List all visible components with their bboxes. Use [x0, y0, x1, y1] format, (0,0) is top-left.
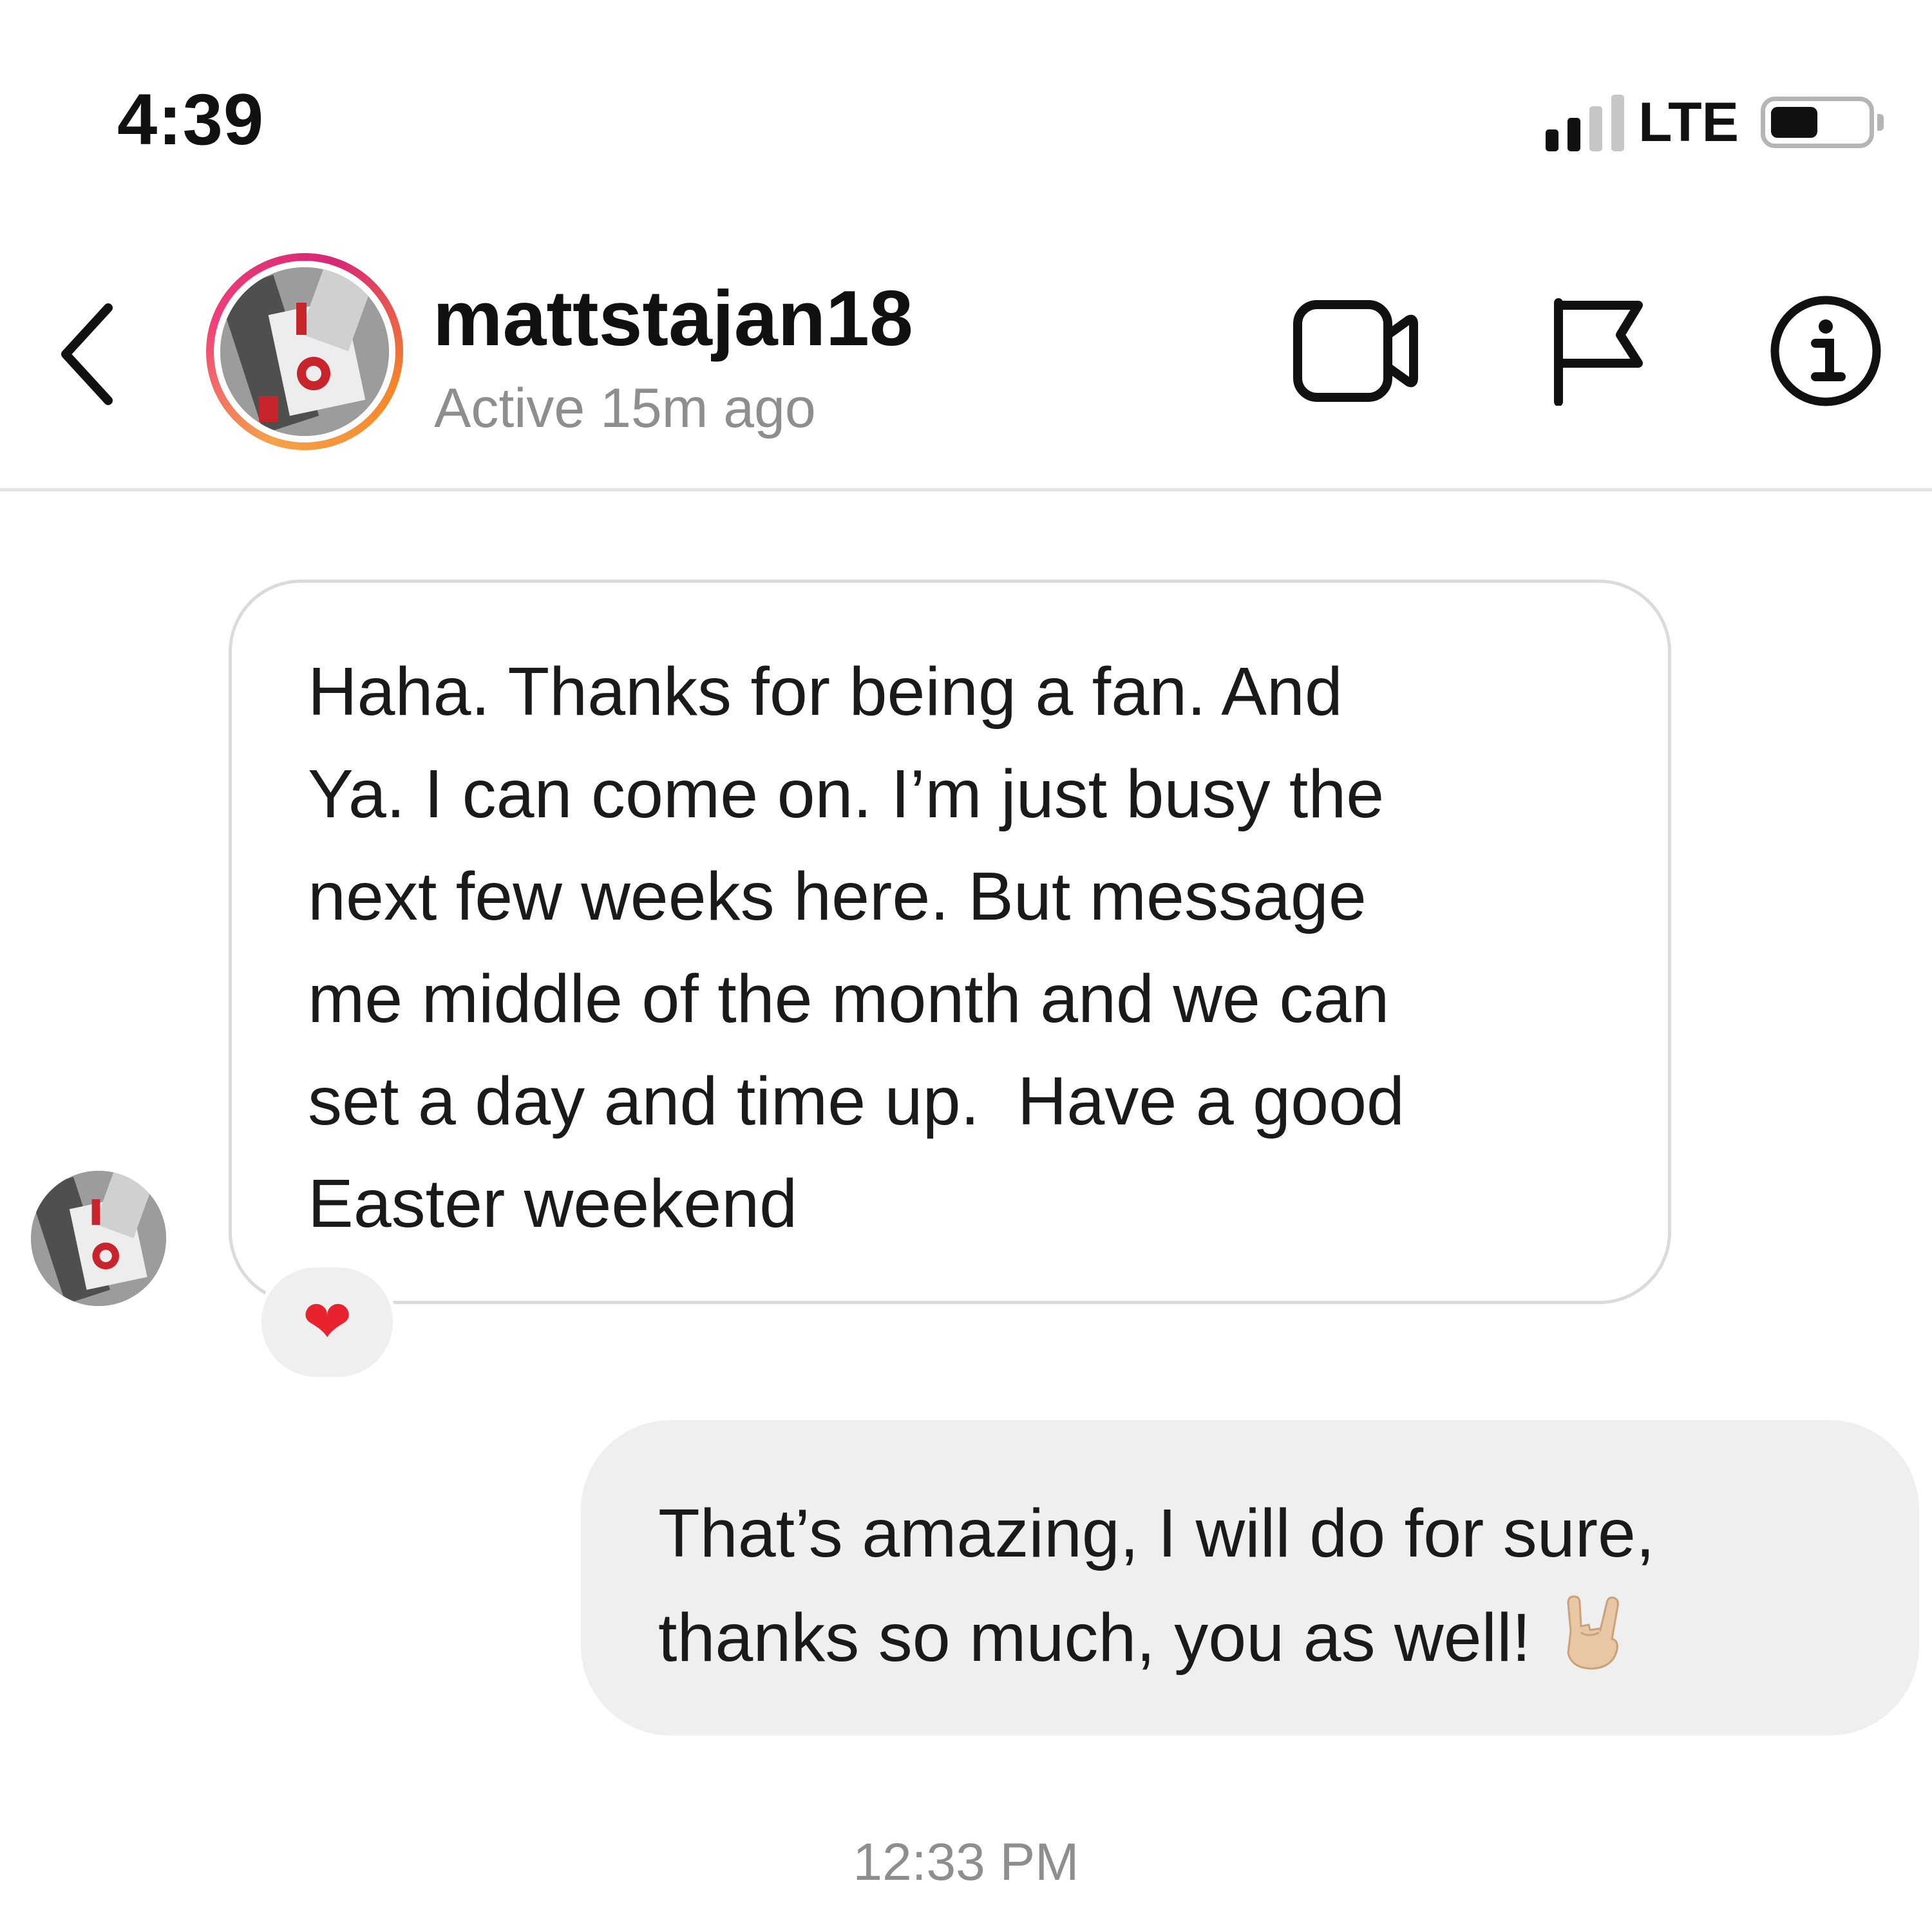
heart-reaction[interactable]: ❤	[258, 1264, 397, 1381]
report-button[interactable]	[1539, 296, 1652, 406]
message-timestamp: 12:33 PM	[853, 1833, 1079, 1891]
conversation-username[interactable]: mattstajan18	[433, 277, 913, 359]
incoming-message-bubble[interactable]: Haha. Thanks for being a fan. And Ya. I …	[229, 580, 1671, 1304]
conversation-info-button[interactable]	[1768, 296, 1884, 406]
cellular-signal-icon	[1546, 93, 1629, 151]
rock-on-hand-icon	[1567, 1595, 1619, 1670]
back-button[interactable]	[45, 290, 129, 419]
avatar-image	[220, 267, 389, 436]
status-time: 4:39	[117, 79, 265, 160]
header-divider	[0, 488, 1932, 491]
outgoing-message-text: That’s amazing, I will do for sure, than…	[658, 1495, 1655, 1676]
battery-icon	[1761, 97, 1884, 148]
video-call-button[interactable]	[1291, 296, 1420, 406]
flag-icon	[1553, 298, 1643, 406]
back-chevron-icon	[61, 303, 113, 405]
info-icon	[1770, 296, 1881, 406]
dm-conversation-screen: 4:39 LTE mattstajan18 Active 15m ago Hah…	[0, 0, 1932, 1932]
video-camera-icon	[1293, 300, 1418, 402]
sender-avatar[interactable]	[31, 1171, 166, 1306]
status-indicators: LTE	[1546, 90, 1884, 155]
network-type-label: LTE	[1638, 91, 1739, 153]
heart-icon: ❤	[302, 1289, 352, 1355]
outgoing-message-bubble[interactable]: That’s amazing, I will do for sure, than…	[581, 1420, 1919, 1736]
profile-avatar[interactable]	[206, 253, 403, 450]
active-status-label: Active 15m ago	[434, 377, 816, 439]
